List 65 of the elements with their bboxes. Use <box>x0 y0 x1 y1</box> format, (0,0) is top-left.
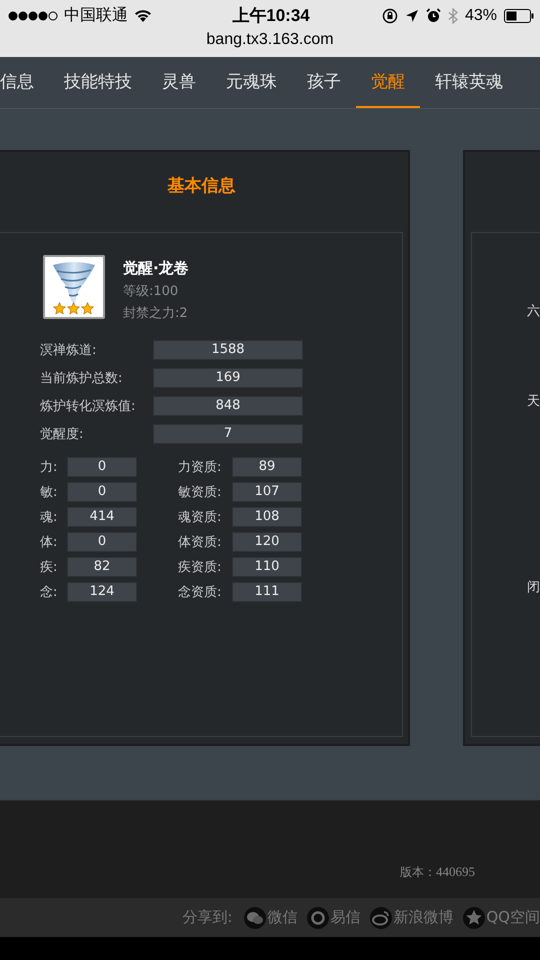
stat-value: 169 <box>153 368 303 388</box>
side-label: 闭 <box>527 579 540 596</box>
star-icon <box>81 302 94 315</box>
attribute-value: 82 <box>67 557 137 577</box>
tab[interactable]: 技能特技 <box>49 57 147 108</box>
level-text: 等级:100 <box>123 283 180 300</box>
share-label: 分享到: <box>182 908 232 927</box>
tab[interactable]: 元魂珠 <box>211 57 292 108</box>
attribute-value: 0 <box>67 482 137 502</box>
quality-value: 89 <box>232 457 302 477</box>
attribute-value: 124 <box>67 582 137 602</box>
stat-label: 溟禅炼道: <box>40 342 98 359</box>
tab[interactable]: 孩子 <box>292 57 356 108</box>
quality-value: 120 <box>232 532 302 552</box>
wechat-icon <box>244 906 266 928</box>
star-icon <box>53 302 66 315</box>
attribute-value: 0 <box>67 457 137 477</box>
battery-icon <box>504 8 534 22</box>
stat-label: 炼护转化溟炼值: <box>40 398 136 415</box>
quality-label: 体资质: <box>178 534 222 551</box>
rotation-lock-icon <box>382 8 398 24</box>
seal-text: 封禁之力:2 <box>123 305 189 322</box>
alarm-clock-icon <box>426 8 441 23</box>
weibo-icon <box>370 906 392 928</box>
yixin-icon <box>307 906 330 928</box>
version-label: 版本： <box>400 864 436 881</box>
attribute-label: 魂: <box>40 509 58 526</box>
quality-value: 108 <box>232 507 302 527</box>
side-label: 六 <box>527 303 540 320</box>
attribute-label: 疾: <box>40 559 58 576</box>
stat-value: 7 <box>153 424 303 444</box>
version-number: 440695 <box>436 864 475 880</box>
quality-label: 魂资质: <box>178 509 222 526</box>
attribute-value: 414 <box>67 507 137 527</box>
location-arrow-icon <box>404 8 419 22</box>
panel-title: 基本信息 <box>168 176 236 196</box>
quality-value: 110 <box>232 557 302 577</box>
stat-value: 1588 <box>153 340 303 360</box>
attribute-label: 念: <box>40 584 58 601</box>
side-label: 天 <box>527 393 540 410</box>
attribute-label: 力: <box>40 459 58 476</box>
tab[interactable]: 信息 <box>0 57 49 108</box>
signal-icon <box>8 10 58 20</box>
wifi-icon <box>134 9 152 22</box>
attribute-label: 体: <box>40 534 58 551</box>
battery-percent: 43% <box>464 6 498 24</box>
quality-label: 念资质: <box>178 584 222 601</box>
attribute-value: 0 <box>67 532 137 552</box>
quality-value: 111 <box>232 582 302 602</box>
url-text[interactable]: bang.tx3.163.com <box>206 31 334 48</box>
clock-time: 上午10:34 <box>232 5 310 27</box>
carrier-name: 中国联通 <box>64 6 128 26</box>
item-name: 觉醒·龙卷 <box>123 259 189 278</box>
bluetooth-icon <box>448 8 458 24</box>
tab[interactable]: 轩辕英魂 <box>420 57 518 108</box>
stat-label: 觉醒度: <box>40 426 84 443</box>
stat-label: 当前炼护总数: <box>40 370 124 387</box>
star-icon <box>67 302 80 315</box>
attribute-label: 敏: <box>40 484 58 501</box>
stat-value: 848 <box>153 396 303 416</box>
quality-value: 107 <box>232 482 302 502</box>
quality-label: 疾资质: <box>178 559 222 576</box>
quality-label: 敏资质: <box>178 484 222 501</box>
quality-label: 力资质: <box>178 459 222 476</box>
tab[interactable]: 灵兽 <box>147 57 211 108</box>
